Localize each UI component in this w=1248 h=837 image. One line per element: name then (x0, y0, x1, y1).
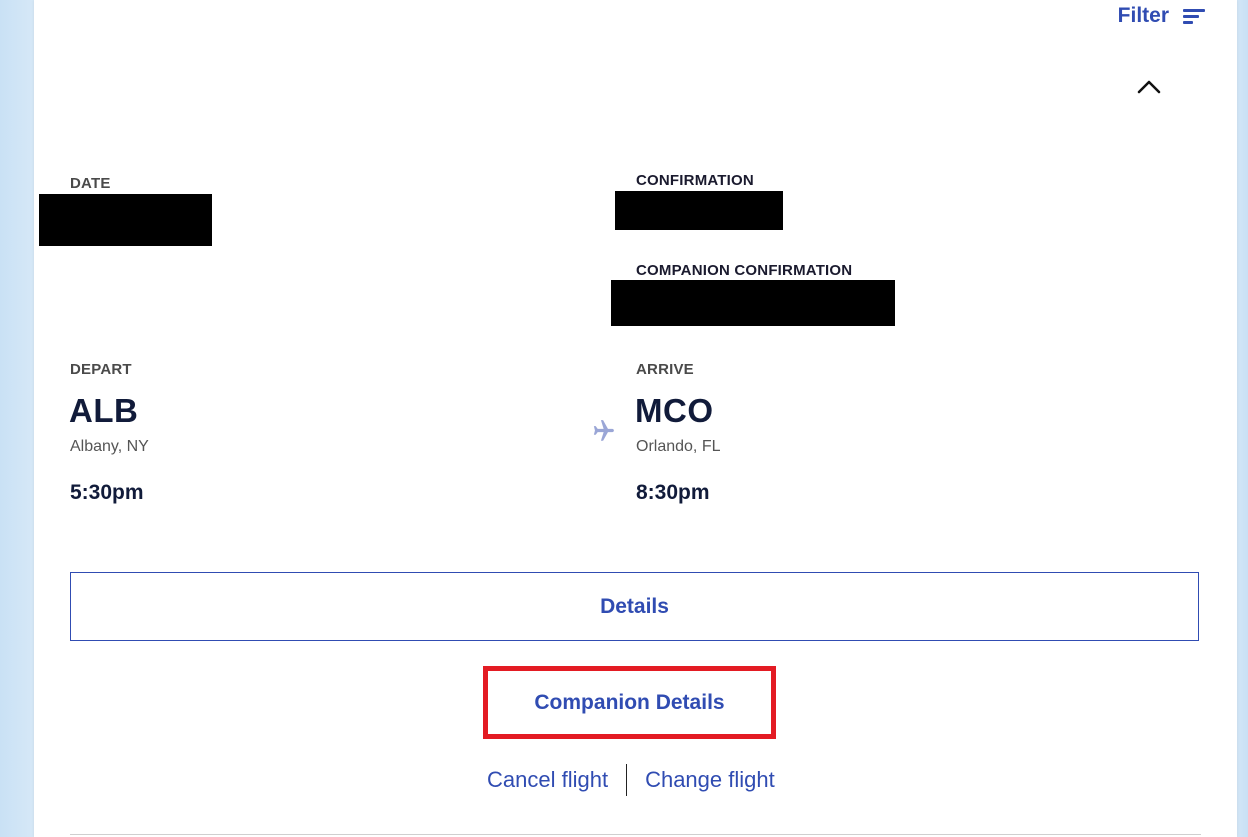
cancel-flight-link[interactable]: Cancel flight (487, 767, 608, 793)
depart-city: Albany, NY (70, 438, 149, 455)
depart-airport-code: ALB (69, 392, 139, 429)
depart-label: DEPART (70, 361, 132, 378)
arrive-label: ARRIVE (636, 361, 694, 378)
arrive-city: Orlando, FL (636, 438, 721, 455)
companion-confirmation-label: COMPANION CONFIRMATION (636, 262, 853, 279)
filter-button[interactable]: Filter (1118, 4, 1207, 28)
confirmation-value-redacted (615, 191, 783, 230)
chevron-up-icon (1137, 80, 1161, 94)
collapse-toggle[interactable] (1134, 74, 1164, 100)
filter-label: Filter (1117, 4, 1169, 27)
date-value-redacted (39, 194, 212, 246)
airplane-icon (593, 420, 614, 441)
actions-divider (626, 764, 628, 796)
section-divider (70, 834, 1201, 835)
date-label: DATE (70, 175, 111, 192)
companion-details-highlight: Companion Details (483, 666, 776, 739)
details-button[interactable]: Details (70, 572, 1199, 641)
trip-card: Filter DATE CONFIRMATION COMPANION CONFI… (34, 0, 1237, 837)
arrive-airport-code: MCO (635, 392, 714, 429)
confirmation-label: CONFIRMATION (636, 172, 754, 189)
depart-time: 5:30pm (70, 481, 144, 504)
companion-details-link[interactable]: Companion Details (534, 691, 724, 715)
change-flight-link[interactable]: Change flight (645, 767, 775, 793)
filter-lines-icon (1183, 6, 1207, 26)
companion-confirmation-value-redacted (611, 280, 895, 326)
arrive-time: 8:30pm (636, 481, 710, 504)
flight-actions: Cancel flight Change flight (487, 764, 775, 796)
